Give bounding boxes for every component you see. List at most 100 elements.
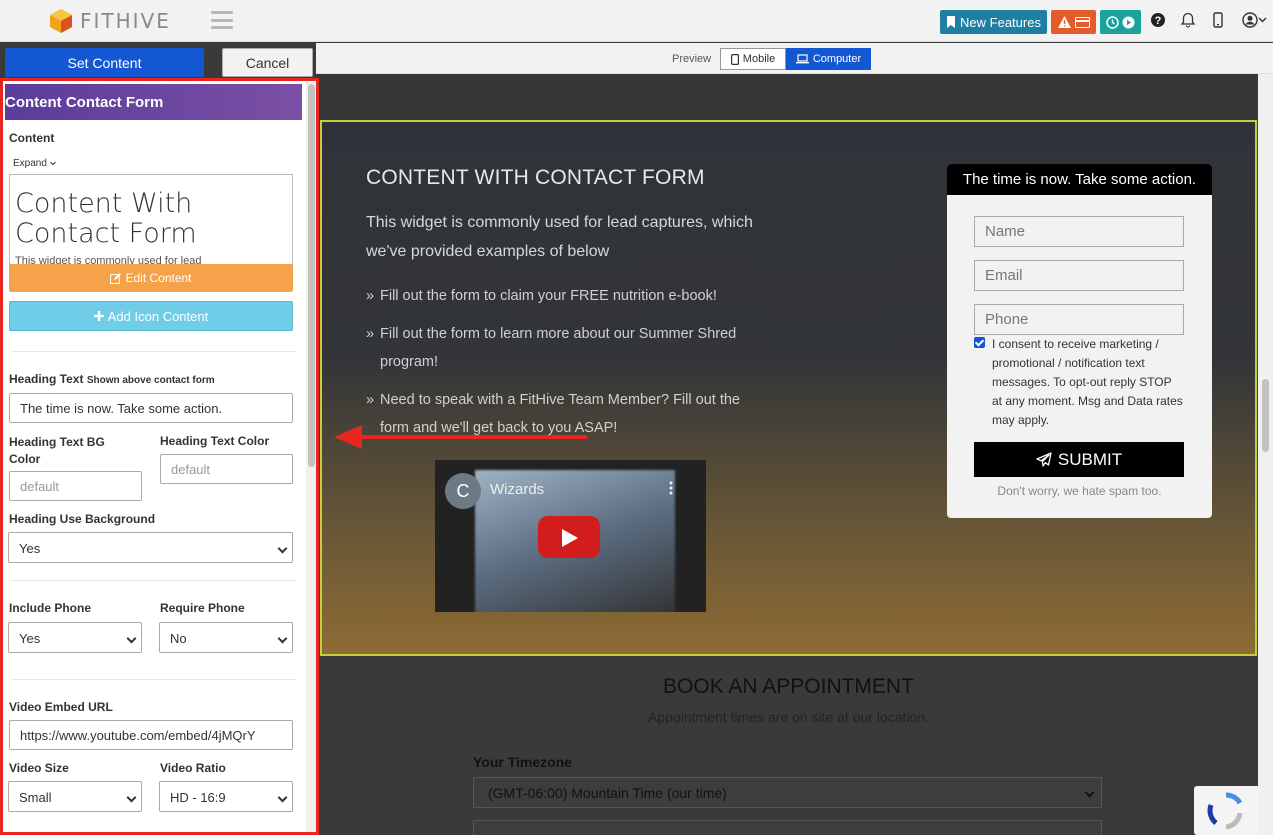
edit-content-button[interactable]: Edit Content: [9, 264, 293, 292]
divider: [12, 580, 296, 581]
laptop-icon: [795, 54, 809, 64]
computer-view-label: Computer: [812, 53, 862, 65]
contact-form: The time is now. Take some action. Name …: [947, 164, 1212, 518]
video-ratio-label: Video Ratio: [160, 761, 226, 775]
chevron-down-icon: [1084, 787, 1095, 798]
channel-avatar: C: [445, 473, 481, 509]
require-phone-value: No: [170, 631, 187, 646]
heading-bg-color-label: Heading Text BG Color: [9, 435, 105, 466]
hero-title: CONTENT WITH CONTACT FORM: [366, 166, 705, 189]
preview-section-top: [319, 74, 1258, 120]
billing-alert-button[interactable]: [1051, 10, 1096, 34]
annotation-arrow-icon: [334, 425, 587, 449]
hero-intro: This widget is commonly used for lead ca…: [366, 214, 753, 260]
divider: [12, 679, 296, 680]
edit-icon: [110, 272, 122, 284]
settings-panel: Content Contact Form Content Expand Cont…: [0, 78, 319, 835]
menu-toggle-icon[interactable]: [211, 11, 233, 29]
chevron-down-icon: [277, 633, 288, 644]
booking-title: BOOK AN APPOINTMENT: [663, 675, 914, 698]
panel-title: Content Contact Form: [5, 84, 302, 120]
form-heading: The time is now. Take some action.: [947, 164, 1212, 195]
add-icon-content-label: Add Icon Content: [107, 308, 209, 324]
fithive-logo[interactable]: FITHIVE: [48, 8, 171, 34]
add-icon-content-button[interactable]: Add Icon Content: [9, 301, 293, 331]
email-input[interactable]: Email: [974, 260, 1184, 291]
timer-button[interactable]: [1100, 10, 1141, 34]
chevron-down-icon: [126, 633, 137, 644]
heading-use-background-value: Yes: [19, 541, 41, 556]
timezone-select[interactable]: (GMT-06:00) Mountain Time (our time): [473, 777, 1102, 808]
video-ratio-select[interactable]: HD - 16:9: [159, 781, 293, 812]
content-preview-heading: Content With Contact Form: [15, 188, 197, 249]
timezone-value: (GMT-06:00) Mountain Time (our time): [488, 785, 727, 801]
video-size-select[interactable]: Small: [8, 781, 142, 812]
chevron-down-icon: [277, 792, 288, 803]
bell-icon[interactable]: [1180, 12, 1196, 28]
mobile-view-toggle[interactable]: Mobile: [720, 48, 786, 70]
new-features-button[interactable]: New Features: [940, 10, 1047, 34]
play-button[interactable]: [538, 516, 600, 558]
chevron-down-icon: [277, 543, 288, 554]
set-content-button[interactable]: Set Content: [5, 48, 204, 77]
list-item: Fill out the form to learn more about ou…: [366, 320, 766, 376]
video-embed-url-input[interactable]: https://www.youtube.com/embed/4jMQrY: [9, 720, 293, 750]
computer-view-toggle[interactable]: Computer: [786, 48, 871, 70]
heading-use-background-select[interactable]: Yes: [8, 532, 293, 563]
user-icon[interactable]: [1242, 12, 1258, 28]
heading-text-color-input[interactable]: default: [160, 454, 293, 484]
content-preview-box: Content With Contact Form This widget is…: [9, 174, 293, 266]
video-ratio-value: HD - 16:9: [170, 790, 226, 805]
expand-label: Expand: [13, 158, 47, 169]
new-features-label: New Features: [960, 14, 1041, 30]
content-label: Content: [9, 131, 55, 145]
heading-bg-color-input[interactable]: default: [9, 471, 142, 501]
scrollbar-thumb[interactable]: [308, 84, 315, 467]
require-phone-select[interactable]: No: [159, 622, 293, 653]
video-embed[interactable]: C Wizards: [435, 460, 706, 612]
heading-text-input[interactable]: The time is now. Take some action.: [9, 393, 293, 423]
panel-scrollbar[interactable]: [306, 81, 316, 832]
heading-text-label: Heading Text Shown above contact form: [9, 372, 215, 386]
bookmark-icon: [947, 16, 956, 28]
submit-button[interactable]: SUBMIT: [974, 442, 1184, 477]
heading-text-hint: Shown above contact form: [86, 375, 215, 386]
video-size-label: Video Size: [9, 761, 69, 775]
help-icon[interactable]: ?: [1150, 12, 1166, 28]
plus-icon: [93, 311, 104, 321]
consent-checkbox[interactable]: [974, 337, 985, 348]
list-item: Fill out the form to claim your FREE nut…: [366, 282, 766, 310]
include-phone-value: Yes: [19, 631, 41, 646]
fithive-logo-icon: [50, 9, 72, 33]
require-phone-label: Require Phone: [160, 601, 245, 615]
more-options-icon[interactable]: [668, 480, 674, 496]
video-embed-url-label: Video Embed URL: [9, 700, 113, 714]
video-size-value: Small: [19, 790, 52, 805]
recaptcha-icon: [1207, 792, 1243, 830]
warning-icon: [1057, 16, 1071, 28]
chevron-down-icon[interactable]: [1258, 12, 1267, 28]
include-phone-select[interactable]: Yes: [8, 622, 142, 653]
logo-text: FITHIVE: [80, 9, 171, 33]
clock-icon: [1106, 15, 1119, 29]
name-input[interactable]: Name: [974, 216, 1184, 247]
preview-scrollbar[interactable]: [1258, 74, 1273, 835]
cancel-button[interactable]: Cancel: [222, 48, 313, 77]
heading-text-label-text: Heading Text: [9, 372, 84, 386]
credit-card-icon: [1074, 16, 1090, 28]
expand-toggle[interactable]: Expand: [13, 158, 56, 169]
svg-text:?: ?: [1155, 15, 1162, 27]
chevron-down-icon: [49, 161, 56, 166]
phone-input[interactable]: Phone: [974, 304, 1184, 335]
chevron-down-icon: [126, 792, 137, 803]
scrollbar-thumb[interactable]: [1262, 379, 1269, 452]
booking-next-field[interactable]: [473, 820, 1102, 835]
content-contact-form-section[interactable]: CONTENT WITH CONTACT FORM This widget is…: [320, 120, 1257, 656]
submit-label: SUBMIT: [1057, 449, 1123, 469]
preview-label: Preview: [672, 53, 712, 65]
mobile-device-icon[interactable]: [1210, 12, 1226, 28]
heading-text-color-label: Heading Text Color: [160, 434, 270, 448]
video-title: Wizards: [490, 481, 545, 498]
divider: [12, 351, 296, 352]
spam-note: Don't worry, we hate spam too.: [997, 484, 1162, 498]
